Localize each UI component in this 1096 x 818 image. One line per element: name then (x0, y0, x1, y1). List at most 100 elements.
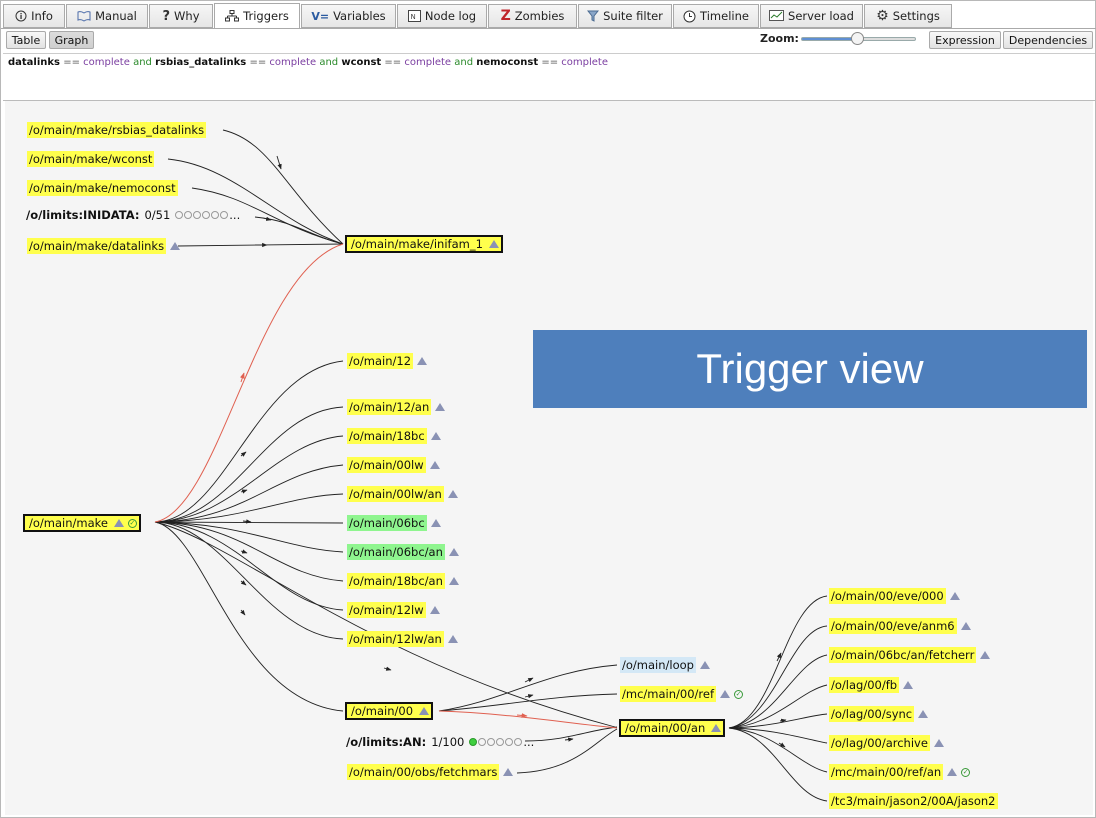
triangle-icon (430, 519, 441, 527)
zoom-slider-handle[interactable] (851, 32, 864, 45)
tab-bar: Info Manual ? Why Triggers V= Variables … (3, 3, 1095, 29)
limit-inidata[interactable]: /o/limits:INIDATA: 0/51 ... (26, 208, 240, 222)
tab-node-log[interactable]: N Node log (397, 4, 487, 28)
triangle-icon (447, 635, 458, 643)
node-fetchmars[interactable]: /o/main/00/obs/fetchmars (345, 764, 515, 780)
node-mc-ref[interactable]: /mc/main/00/ref ✓ (618, 686, 745, 702)
triangle-icon (488, 240, 499, 248)
tab-manual[interactable]: Manual (66, 4, 148, 28)
filter-icon (587, 10, 600, 22)
node-log-icon: N (407, 10, 421, 22)
triangle-icon (949, 592, 960, 600)
info-icon (15, 10, 27, 22)
node-main-18bc-an[interactable]: /o/main/18bc/an (345, 573, 461, 589)
limit-slot (505, 738, 514, 746)
triangle-icon (699, 661, 710, 669)
trigger-graph[interactable]: /o/main/make/rsbias_datalinks /o/main/ma… (5, 101, 1093, 815)
dependencies-button[interactable]: Dependencies (1003, 31, 1093, 49)
node-main-00lw-an[interactable]: /o/main/00lw/an (345, 486, 460, 502)
triangle-icon (711, 724, 722, 732)
tab-server-load[interactable]: Server load (760, 4, 863, 28)
node-main-loop[interactable]: /o/main/loop (618, 657, 712, 673)
tab-why[interactable]: ? Why (149, 4, 213, 28)
node-main-12[interactable]: /o/main/12 (345, 353, 429, 369)
triggers-icon (225, 10, 240, 22)
triangle-icon (170, 242, 181, 250)
tab-zombies[interactable]: Z Zombies (488, 4, 577, 28)
limit-slot (220, 211, 229, 219)
tab-timeline[interactable]: Timeline (673, 4, 759, 28)
node-main-12lw-an[interactable]: /o/main/12lw/an (345, 631, 460, 647)
triangle-icon (933, 739, 944, 747)
check-icon: ✓ (734, 689, 743, 699)
question-icon: ? (162, 8, 171, 24)
triangle-icon (417, 357, 428, 365)
tab-suite-filter[interactable]: Suite filter (578, 4, 672, 28)
limit-slot (514, 738, 523, 746)
node-main-18bc[interactable]: /o/main/18bc (345, 428, 443, 444)
node-main-06bc[interactable]: /o/main/06bc (345, 515, 443, 531)
triangle-icon (947, 768, 958, 776)
node-make[interactable]: /o/main/make ✓ (23, 514, 141, 532)
triangle-icon (503, 768, 514, 776)
node-main-00lw[interactable]: /o/main/00lw (345, 457, 442, 473)
zoom-label: Zoom: (760, 32, 799, 45)
node-jason2[interactable]: /tc3/main/jason2/00A/jason2 (827, 793, 1000, 809)
triangle-icon (903, 681, 914, 689)
tab-variables[interactable]: V= Variables (301, 4, 396, 28)
triangle-icon (113, 519, 124, 527)
triangle-icon (448, 548, 459, 556)
node-main-06bc-an[interactable]: /o/main/06bc/an (345, 544, 461, 560)
node-datalinks[interactable]: /o/main/make/datalinks (25, 238, 182, 254)
node-lag-fb[interactable]: /o/lag/00/fb (827, 677, 915, 693)
svg-text:N: N (410, 13, 415, 21)
limit-slot (478, 738, 487, 746)
triangle-icon (419, 707, 430, 715)
server-load-icon (769, 10, 785, 22)
node-mc-ref-an[interactable]: /mc/main/00/ref/an ✓ (827, 764, 972, 780)
node-main-00[interactable]: /o/main/00 (345, 702, 434, 720)
tab-triggers[interactable]: Triggers (214, 3, 300, 29)
graph-view-button[interactable]: Graph (49, 31, 94, 49)
table-view-button[interactable]: Table (6, 31, 46, 49)
limit-slot (193, 211, 202, 219)
triangle-icon (429, 461, 440, 469)
node-inifam-1[interactable]: /o/main/make/inifam_1 (345, 235, 503, 253)
manual-icon (77, 10, 91, 22)
node-rsbias-datalinks[interactable]: /o/main/make/rsbias_datalinks (25, 122, 208, 138)
limit-slot (211, 211, 220, 219)
tab-info[interactable]: Info (3, 4, 65, 28)
limit-slot-used (469, 738, 478, 746)
triangle-icon (980, 651, 991, 659)
limit-slot (487, 738, 496, 746)
limit-slot (202, 211, 211, 219)
node-main-00-an[interactable]: /o/main/00/an (619, 719, 726, 737)
limit-slot (175, 211, 184, 219)
node-lag-sync[interactable]: /o/lag/00/sync (827, 706, 930, 722)
triangle-icon (430, 432, 441, 440)
triangle-icon (918, 710, 929, 718)
node-fetcherr[interactable]: /o/main/06bc/an/fetcherr (827, 647, 992, 663)
triangle-icon (429, 606, 440, 614)
ecflow-window: Info Manual ? Why Triggers V= Variables … (0, 0, 1096, 818)
gear-icon: ⚙ (876, 8, 889, 24)
node-lag-archive[interactable]: /o/lag/00/archive (827, 735, 946, 751)
limit-inidata-slots: ... (175, 208, 240, 222)
variables-icon: V= (311, 9, 330, 23)
node-wconst[interactable]: /o/main/make/wconst (25, 151, 156, 167)
node-main-12lw[interactable]: /o/main/12lw (345, 602, 442, 618)
node-eve-anm6[interactable]: /o/main/00/eve/anm6 (827, 618, 973, 634)
triangle-icon (447, 490, 458, 498)
zoom-slider[interactable] (801, 32, 916, 45)
expression-button[interactable]: Expression (929, 31, 1001, 49)
limit-an[interactable]: /o/limits:AN: 1/100 ... (346, 735, 534, 749)
node-eve-000[interactable]: /o/main/00/eve/000 (827, 588, 962, 604)
triangle-icon (435, 403, 446, 411)
limit-slot (184, 211, 193, 219)
trigger-expression-panel: datalinks == complete and rsbias_datalin… (3, 53, 1095, 101)
node-nemoconst[interactable]: /o/main/make/nemoconst (25, 180, 180, 196)
trigger-expression: datalinks == complete and rsbias_datalin… (8, 57, 608, 68)
node-main-12-an[interactable]: /o/main/12/an (345, 399, 447, 415)
tab-settings[interactable]: ⚙ Settings (864, 4, 952, 28)
limit-an-slots: ... (469, 735, 534, 749)
